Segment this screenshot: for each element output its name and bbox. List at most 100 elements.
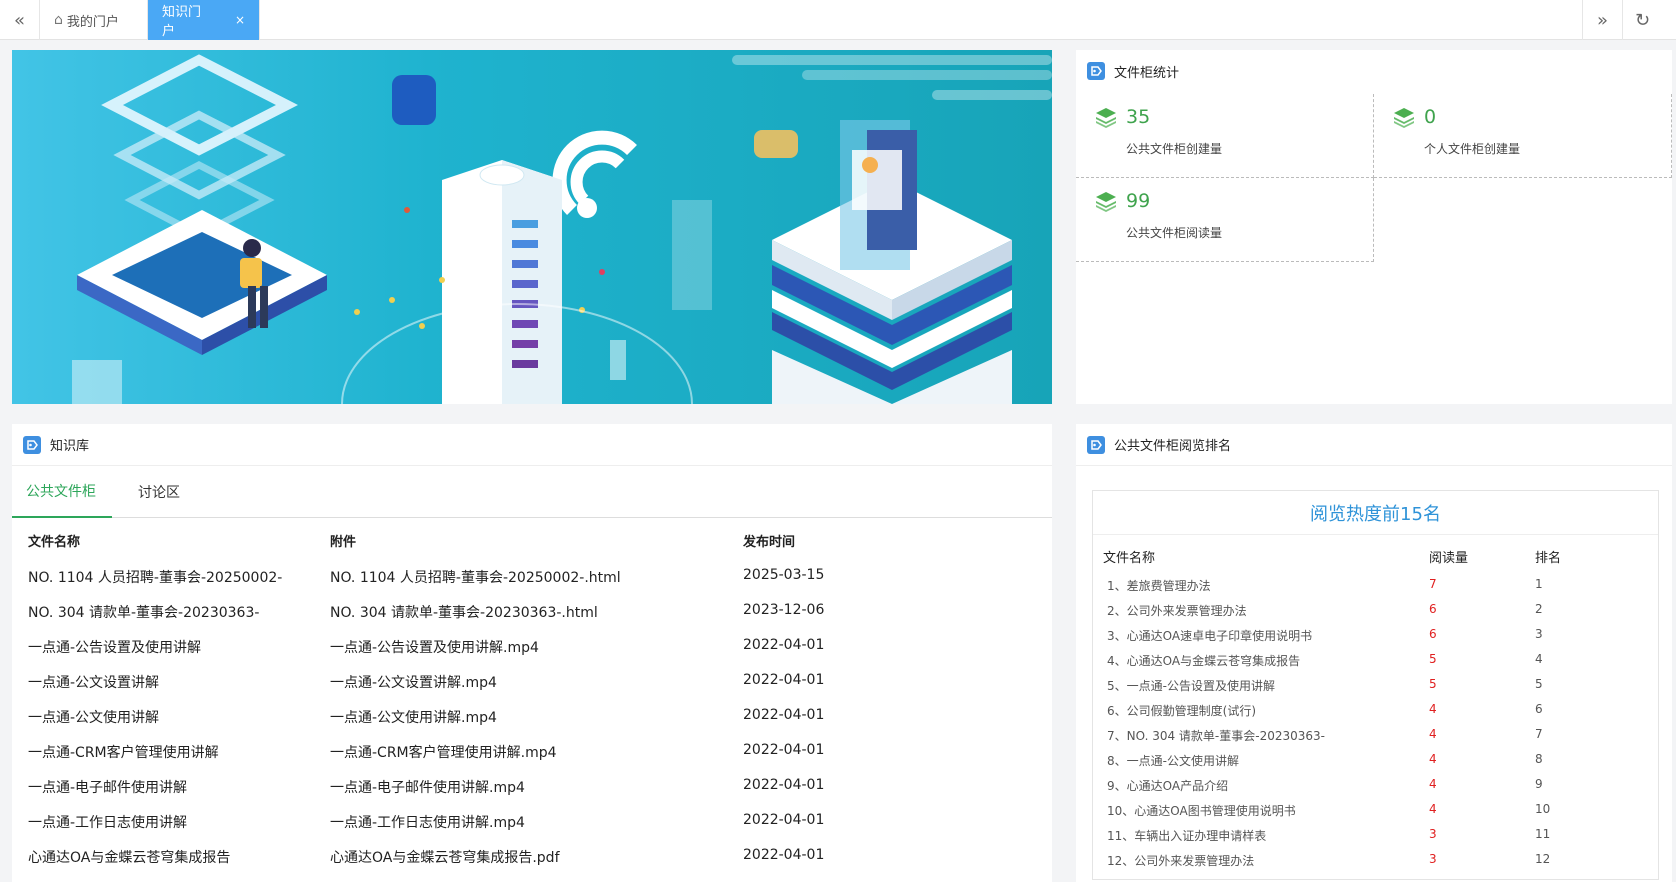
ranking-row[interactable]: 1、差旅费管理办法 7 1 — [1093, 573, 1658, 598]
close-icon[interactable]: × — [235, 13, 245, 27]
stat-public-views[interactable]: 99 公共文件柜阅读量 — [1076, 178, 1374, 262]
stat-personal-created[interactable]: 0 个人文件柜创建量 — [1374, 94, 1672, 178]
table-row[interactable]: 一点通-电子邮件使用讲解 一点通-电子邮件使用讲解.mp4 2022-04-01 — [12, 769, 1052, 804]
ranking-row[interactable]: 9、心通达OA产品介绍 4 9 — [1093, 773, 1658, 798]
file-name[interactable]: 一点通-公文设置讲解 — [28, 672, 159, 692]
double-chevron-left-icon: « — [13, 9, 25, 31]
column-header: 阅读量 — [1429, 551, 1469, 566]
ranking-row[interactable]: 2、公司外来发票管理办法 6 2 — [1093, 598, 1658, 623]
table-row[interactable]: 一点通-公文使用讲解 一点通-公文使用讲解.mp4 2022-04-01 — [12, 699, 1052, 734]
stat-value: 35 — [1126, 106, 1151, 128]
knowledge-base-panel: 知识库 公共文件柜 讨论区 文件名称 附件 发布时间 NO. 1104 人员招聘… — [12, 424, 1052, 882]
publish-date: 2022-04-01 — [743, 847, 825, 863]
table-row[interactable]: 一点通-公告设置及使用讲解 一点通-公告设置及使用讲解.mp4 2022-04-… — [12, 629, 1052, 664]
ranking-views: 5 — [1429, 677, 1437, 691]
table-row[interactable]: NO. 1104 人员招聘-董事会-20250002- NO. 1104 人员招… — [12, 559, 1052, 594]
panel-title: 公共文件柜阅览排名 — [1114, 439, 1232, 454]
home-icon: ⌂ — [54, 12, 63, 28]
ranking-file-name[interactable]: 9、心通达OA产品介绍 — [1107, 777, 1228, 794]
tab-my-portal[interactable]: ⌂ 我的门户 — [40, 0, 148, 40]
ranking-file-name[interactable]: 3、心通达OA速卓电子印章使用说明书 — [1107, 627, 1312, 644]
ranking-row[interactable]: 7、NO. 304 请款单-董事会-20230363- 4 7 — [1093, 723, 1658, 748]
layers-icon — [1394, 108, 1414, 128]
table-row[interactable]: 心通达OA与金蝶云苍穹集成报告 心通达OA与金蝶云苍穹集成报告.pdf 2022… — [12, 839, 1052, 874]
ranking-row[interactable]: 6、公司假勤管理制度(试行) 4 6 — [1093, 698, 1658, 723]
attachment-link[interactable]: 一点通-工作日志使用讲解.mp4 — [330, 812, 525, 832]
ranking-number: 2 — [1535, 602, 1543, 616]
ranking-row[interactable]: 3、心通达OA速卓电子印章使用说明书 6 3 — [1093, 623, 1658, 648]
attachment-link[interactable]: 一点通-CRM客户管理使用讲解.mp4 — [330, 742, 557, 762]
ranking-number: 8 — [1535, 752, 1543, 766]
publish-date: 2022-04-01 — [743, 707, 825, 723]
scroll-right-button[interactable]: » — [1582, 0, 1622, 40]
attachment-link[interactable]: NO. 1104 人员招聘-董事会-20250002-.html — [330, 567, 621, 587]
file-name[interactable]: 心通达OA与金蝶云苍穹集成报告 — [28, 847, 230, 867]
ranking-file-name[interactable]: 1、差旅费管理办法 — [1107, 577, 1211, 594]
table-row[interactable]: NO. 304 请款单-董事会-20230363- NO. 304 请款单-董事… — [12, 594, 1052, 629]
stat-label: 公共文件柜创建量 — [1126, 142, 1223, 156]
ranking-box: 阅览热度前15名 文件名称 阅读量 排名 1、差旅费管理办法 7 1 2、公司外… — [1092, 490, 1659, 880]
stat-public-created[interactable]: 35 公共文件柜创建量 — [1076, 94, 1374, 178]
banner-illustration — [12, 50, 1052, 404]
attachment-link[interactable]: 一点通-电子邮件使用讲解.mp4 — [330, 777, 525, 797]
file-name[interactable]: 一点通-CRM客户管理使用讲解 — [28, 742, 219, 762]
publish-date: 2022-04-01 — [743, 742, 825, 758]
ranking-file-name[interactable]: 6、公司假勤管理制度(试行) — [1107, 702, 1256, 719]
column-header: 发布时间 — [743, 535, 796, 550]
table-row[interactable]: 一点通-CRM客户管理使用讲解 一点通-CRM客户管理使用讲解.mp4 2022… — [12, 734, 1052, 769]
attachment-link[interactable]: NO. 304 请款单-董事会-20230363-.html — [330, 602, 598, 622]
file-name[interactable]: 一点通-公文使用讲解 — [28, 707, 159, 727]
file-name[interactable]: 一点通-电子邮件使用讲解 — [28, 777, 187, 797]
ranking-file-name[interactable]: 10、心通达OA图书管理使用说明书 — [1107, 802, 1296, 819]
ranking-views: 7 — [1429, 577, 1437, 591]
ranking-file-name[interactable]: 11、车辆出入证办理申请样表 — [1107, 827, 1266, 844]
tab-public-cabinet[interactable]: 公共文件柜 — [12, 466, 112, 518]
ranking-row[interactable]: 8、一点通-公文使用讲解 4 8 — [1093, 748, 1658, 773]
file-name[interactable]: NO. 304 请款单-董事会-20230363- — [28, 602, 259, 622]
ranking-panel: 公共文件柜阅览排名 阅览热度前15名 文件名称 阅读量 排名 1、差旅费管理办法… — [1076, 424, 1672, 882]
ranking-file-name[interactable]: 12、公司外来发票管理办法 — [1107, 852, 1254, 869]
ranking-file-name[interactable]: 4、心通达OA与金蝶云苍穹集成报告 — [1107, 652, 1300, 669]
ranking-row[interactable]: 11、车辆出入证办理申请样表 3 11 — [1093, 823, 1658, 848]
ranking-row[interactable]: 12、公司外来发票管理办法 3 12 — [1093, 848, 1658, 873]
ranking-file-name[interactable]: 2、公司外来发票管理办法 — [1107, 602, 1247, 619]
ranking-number: 1 — [1535, 577, 1543, 591]
ranking-row[interactable]: 5、一点通-公告设置及使用讲解 5 5 — [1093, 673, 1658, 698]
tab-discussion[interactable]: 讨论区 — [138, 466, 198, 518]
ranking-number: 5 — [1535, 677, 1543, 691]
publish-date: 2022-04-01 — [743, 812, 825, 828]
ranking-views: 4 — [1429, 802, 1437, 816]
ranking-row[interactable]: 4、心通达OA与金蝶云苍穹集成报告 5 4 — [1093, 648, 1658, 673]
attachment-link[interactable]: 一点通-公文设置讲解.mp4 — [330, 672, 497, 692]
attachment-link[interactable]: 一点通-公文使用讲解.mp4 — [330, 707, 497, 727]
tag-icon — [1087, 435, 1105, 454]
ranking-row[interactable]: 10、心通达OA图书管理使用说明书 4 10 — [1093, 798, 1658, 823]
ranking-number: 6 — [1535, 702, 1543, 716]
stat-label: 个人文件柜创建量 — [1424, 142, 1521, 156]
scroll-left-button[interactable]: « — [0, 0, 40, 40]
ranking-file-name[interactable]: 5、一点通-公告设置及使用讲解 — [1107, 677, 1275, 694]
ranking-number: 10 — [1535, 802, 1551, 816]
column-header: 文件名称 — [28, 535, 81, 550]
publish-date: 2025-03-15 — [743, 567, 825, 583]
publish-date: 2023-12-06 — [743, 602, 825, 618]
ranking-number: 3 — [1535, 627, 1543, 641]
file-name[interactable]: 一点通-工作日志使用讲解 — [28, 812, 187, 832]
refresh-button[interactable]: ↻ — [1622, 0, 1662, 40]
stat-label: 公共文件柜阅读量 — [1126, 226, 1223, 240]
panel-title: 知识库 — [50, 439, 90, 454]
layers-icon — [1096, 192, 1116, 212]
file-cabinet-stats-panel: 文件柜统计 35 公共文件柜创建量 0 个人文件柜创建量 99 公共文件柜阅读量 — [1076, 50, 1672, 404]
attachment-link[interactable]: 心通达OA与金蝶云苍穹集成报告.pdf — [330, 847, 560, 867]
attachment-link[interactable]: 一点通-公告设置及使用讲解.mp4 — [330, 637, 539, 657]
ranking-file-name[interactable]: 7、NO. 304 请款单-董事会-20230363- — [1107, 727, 1325, 744]
tab-knowledge-portal[interactable]: 知识门户 × — [148, 0, 260, 40]
panel-header: 文件柜统计 — [1076, 50, 1672, 92]
ranking-file-name[interactable]: 8、一点通-公文使用讲解 — [1107, 752, 1239, 769]
ranking-views: 3 — [1429, 852, 1437, 866]
file-name[interactable]: NO. 1104 人员招聘-董事会-20250002- — [28, 567, 282, 587]
table-row[interactable]: 一点通-工作日志使用讲解 一点通-工作日志使用讲解.mp4 2022-04-01 — [12, 804, 1052, 839]
ranking-views: 4 — [1429, 777, 1437, 791]
file-name[interactable]: 一点通-公告设置及使用讲解 — [28, 637, 201, 657]
table-row[interactable]: 一点通-公文设置讲解 一点通-公文设置讲解.mp4 2022-04-01 — [12, 664, 1052, 699]
